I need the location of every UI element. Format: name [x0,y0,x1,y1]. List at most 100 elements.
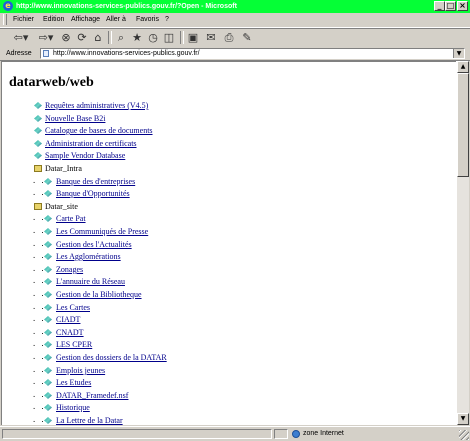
database-icon [34,152,42,159]
globe-icon [292,430,300,438]
tree-item-link[interactable]: CNADT [56,327,84,338]
maximize-button[interactable]: □ [445,1,456,11]
folder-icon [34,203,42,210]
zone-label: zone Internet [303,430,344,437]
forward-icon: ⇨▾ [38,31,54,44]
menu-grip[interactable] [3,14,7,25]
database-icon [44,241,52,248]
tree-item-link[interactable]: La Lettre de la Datar [56,415,123,425]
tree-item-link[interactable]: Gestion de la Bibliotheque [56,289,142,300]
scroll-up-button[interactable]: ▲ [457,61,469,73]
tree-item-link[interactable]: Emplois jeunes [56,365,105,376]
tree-folder-label: Datar_site [45,202,78,211]
database-icon [44,291,52,298]
tree-item-link[interactable]: L'annuaire du Réseau [56,276,125,287]
resize-grip[interactable] [459,430,469,440]
menu-help[interactable]: ? [165,15,169,25]
favorites-button[interactable]: ★ [130,31,144,44]
mail-icon: ✉ [206,31,216,44]
security-zone: zone Internet [292,429,344,439]
tree-item-link[interactable]: DATAR_Framedef.nsf [56,390,128,401]
menu-favoris[interactable]: Favoris [136,15,159,25]
tree-item-link[interactable]: Nouvelle Base B2i [45,113,105,124]
tree-item-link[interactable]: Gestion des dossiers de la DATAR [56,352,167,363]
print-icon: ⎙ [224,30,234,44]
tree-indent: . . [32,252,45,260]
database-icon [44,316,52,323]
fullscreen-button[interactable]: ▣ [186,31,200,44]
address-input[interactable] [53,49,448,58]
tree-indent: . . [32,353,45,361]
back-icon: ⇦▾ [13,31,29,44]
scroll-down-button[interactable]: ▼ [457,413,469,425]
internet-explorer-icon: e [3,1,13,11]
tree-item-link[interactable]: Administration de certificats [45,138,137,149]
back-button[interactable]: ⇦▾ [10,31,32,44]
address-field[interactable]: ▼ [40,48,465,59]
home-icon: ⌂ [94,31,102,44]
refresh-button[interactable]: ⟳ [75,31,89,44]
page-icon [43,50,49,57]
tree-folder-label: Datar_Intra [45,164,82,173]
fullscreen-icon: ▣ [187,31,199,44]
tree-item-link[interactable]: Zonages [56,264,83,275]
edit-button[interactable]: ✎ [240,31,254,44]
database-icon [44,417,52,424]
search-button[interactable]: ⌕ [114,31,128,44]
minimize-button[interactable]: _ [434,1,445,11]
standard-toolbar: ⇦▾ ⇨▾ ⊗ ⟳ ⌂ ⌕ ★ ◷ ◫ ▣ ✉ ⎙ ✎ [0,28,470,48]
status-bar: zone Internet [0,426,470,441]
tree-item-link[interactable]: CIADT [56,314,80,325]
title-bar[interactable]: e http://www.innovations-services-public… [0,0,470,13]
address-dropdown-button[interactable]: ▼ [453,49,464,58]
tree-item-link[interactable]: LES CPER [56,339,92,350]
page-content[interactable]: datarweb/web Requêtes administratives (V… [1,61,456,425]
tree-indent: . . [32,265,45,273]
mail-button[interactable]: ✉ [204,31,218,44]
scroll-thumb[interactable] [457,73,469,177]
menu-aller-a[interactable]: Aller à [106,15,126,25]
tree-item-link[interactable]: Banque des d'entreprises [56,176,135,187]
tree-item-link[interactable]: Sample Vendor Database [45,150,125,161]
menu-edition[interactable]: Edition [43,15,64,25]
tree-indent: . . [32,340,45,348]
tree-item-link[interactable]: Les Cartes [56,302,90,313]
tree-indent: . . [32,227,45,235]
edit-icon: ✎ [242,31,252,44]
database-icon [44,329,52,336]
channels-button[interactable]: ◫ [162,31,176,44]
close-button[interactable]: × [457,1,468,11]
folder-icon [34,165,42,172]
home-button[interactable]: ⌂ [91,31,105,44]
tree-item-link[interactable]: Banque d'Opportunités [56,188,130,199]
menu-fichier[interactable]: Fichier [13,15,34,25]
stop-button[interactable]: ⊗ [59,31,73,44]
history-button[interactable]: ◷ [146,31,160,44]
tree-indent: . . [32,240,45,248]
menu-affichage[interactable]: Affichage [71,15,100,25]
tree-indent: . . [32,177,45,185]
vertical-scrollbar[interactable]: ▲ ▼ [456,61,469,425]
forward-button[interactable]: ⇨▾ [35,31,57,44]
database-icon [44,215,52,222]
database-icon [44,341,52,348]
tree-item-link[interactable]: Historique [56,402,90,413]
tree-item-link[interactable]: Requêtes administratives (V4.5) [45,100,148,111]
tree-indent: . . [32,290,45,298]
address-label: Adresse [6,50,32,57]
database-icon [44,266,52,273]
status-panel-main [2,429,272,439]
print-button[interactable]: ⎙ [222,31,236,44]
database-icon [44,228,52,235]
database-icon [44,379,52,386]
tree-item-link[interactable]: Les Etudes [56,377,91,388]
database-icon [34,115,42,122]
tree-item-link[interactable]: Catalogue de bases de documents [45,125,153,136]
search-icon: ⌕ [117,30,125,44]
tree-item-link[interactable]: Gestion des l'Actualités [56,239,132,250]
database-icon [44,278,52,285]
database-icon [44,404,52,411]
tree-item-link[interactable]: Carte Pat [56,213,86,224]
tree-item-link[interactable]: Les Communiqués de Presse [56,226,148,237]
tree-item-link[interactable]: Les Agglomérations [56,251,121,262]
